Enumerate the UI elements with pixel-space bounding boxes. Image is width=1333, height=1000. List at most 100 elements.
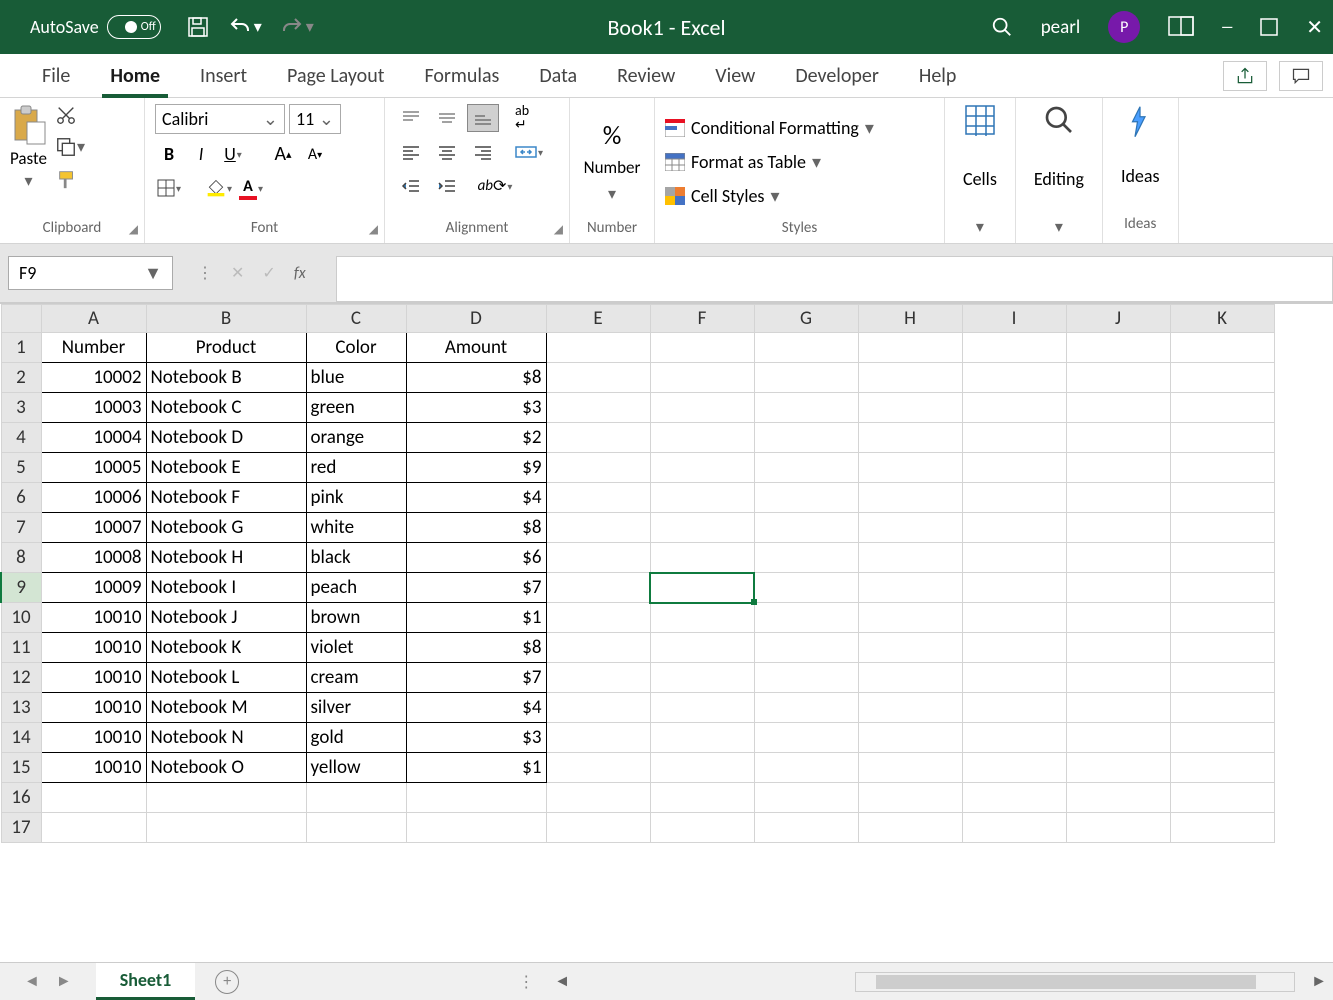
cell-A2[interactable]: 10002	[41, 363, 146, 393]
cell-H8[interactable]	[858, 543, 962, 573]
cell-H13[interactable]	[858, 693, 962, 723]
paste-button[interactable]: Paste ▾	[10, 104, 47, 191]
horizontal-scrollbar[interactable]	[855, 972, 1295, 992]
cell-C17[interactable]	[306, 813, 406, 843]
tab-insert[interactable]: Insert	[180, 54, 267, 98]
cell-C8[interactable]: black	[306, 543, 406, 573]
cell-A11[interactable]: 10010	[41, 633, 146, 663]
cell-A3[interactable]: 10003	[41, 393, 146, 423]
tab-split[interactable]: ⋮	[518, 972, 548, 992]
spreadsheet-grid[interactable]: ABCDEFGHIJK1NumberProductColorAmount2100…	[0, 304, 1275, 843]
cell-I11[interactable]	[962, 633, 1066, 663]
col-header-E[interactable]: E	[546, 305, 650, 333]
merge-button[interactable]: ▾	[515, 138, 543, 166]
cell-A6[interactable]: 10006	[41, 483, 146, 513]
cell-G4[interactable]	[754, 423, 858, 453]
cell-B5[interactable]: Notebook E	[146, 453, 306, 483]
cell-E13[interactable]	[546, 693, 650, 723]
cell-D4[interactable]: $2	[406, 423, 546, 453]
cell-F13[interactable]	[650, 693, 754, 723]
cell-D1[interactable]: Amount	[406, 333, 546, 363]
minimize-button[interactable]: ─	[1222, 15, 1232, 39]
cell-A7[interactable]: 10007	[41, 513, 146, 543]
sheet-nav-prev[interactable]: ◄	[24, 972, 40, 991]
cell-F16[interactable]	[650, 783, 754, 813]
col-header-F[interactable]: F	[650, 305, 754, 333]
cell-D10[interactable]: $1	[406, 603, 546, 633]
align-middle-button[interactable]	[431, 104, 463, 132]
cell-D16[interactable]	[406, 783, 546, 813]
menu-icon[interactable]: ⋮	[197, 263, 213, 283]
cell-F17[interactable]	[650, 813, 754, 843]
fill-color-button[interactable]: ▾	[205, 174, 233, 202]
cell-A4[interactable]: 10004	[41, 423, 146, 453]
cell-I1[interactable]	[962, 333, 1066, 363]
row-header-14[interactable]: 14	[1, 723, 41, 753]
row-header-16[interactable]: 16	[1, 783, 41, 813]
cell-K4[interactable]	[1170, 423, 1274, 453]
cell-G8[interactable]	[754, 543, 858, 573]
col-header-A[interactable]: A	[41, 305, 146, 333]
share-button[interactable]	[1223, 61, 1267, 91]
comments-button[interactable]	[1279, 61, 1323, 91]
cell-K15[interactable]	[1170, 753, 1274, 783]
cell-K13[interactable]	[1170, 693, 1274, 723]
cell-D2[interactable]: $8	[406, 363, 546, 393]
cell-C16[interactable]	[306, 783, 406, 813]
cell-C2[interactable]: blue	[306, 363, 406, 393]
align-bottom-button[interactable]	[467, 104, 499, 132]
cell-F9[interactable]	[650, 573, 754, 603]
autosave-toggle[interactable]: AutoSave Off	[30, 15, 161, 39]
cell-E8[interactable]	[546, 543, 650, 573]
cell-C9[interactable]: peach	[306, 573, 406, 603]
cell-J14[interactable]	[1066, 723, 1170, 753]
cell-A10[interactable]: 10010	[41, 603, 146, 633]
cell-H17[interactable]	[858, 813, 962, 843]
cell-B12[interactable]: Notebook L	[146, 663, 306, 693]
tab-formulas[interactable]: Formulas	[404, 54, 519, 98]
cell-G12[interactable]	[754, 663, 858, 693]
cell-K1[interactable]	[1170, 333, 1274, 363]
cell-J12[interactable]	[1066, 663, 1170, 693]
cell-E10[interactable]	[546, 603, 650, 633]
tab-view[interactable]: View	[695, 54, 775, 98]
cell-H15[interactable]	[858, 753, 962, 783]
cell-A15[interactable]: 10010	[41, 753, 146, 783]
cell-G9[interactable]	[754, 573, 858, 603]
underline-button[interactable]: U▾	[219, 140, 247, 168]
cell-G14[interactable]	[754, 723, 858, 753]
cell-I17[interactable]	[962, 813, 1066, 843]
cell-C3[interactable]: green	[306, 393, 406, 423]
col-header-K[interactable]: K	[1170, 305, 1274, 333]
cell-F12[interactable]	[650, 663, 754, 693]
cell-G15[interactable]	[754, 753, 858, 783]
cell-G7[interactable]	[754, 513, 858, 543]
cell-I12[interactable]	[962, 663, 1066, 693]
cell-H10[interactable]	[858, 603, 962, 633]
cell-F15[interactable]	[650, 753, 754, 783]
cell-I14[interactable]	[962, 723, 1066, 753]
cell-K17[interactable]	[1170, 813, 1274, 843]
cell-A16[interactable]	[41, 783, 146, 813]
save-icon[interactable]	[186, 15, 210, 39]
cell-J17[interactable]	[1066, 813, 1170, 843]
cell-G6[interactable]	[754, 483, 858, 513]
cell-B2[interactable]: Notebook B	[146, 363, 306, 393]
sheet-nav-next[interactable]: ►	[56, 972, 72, 991]
cell-I7[interactable]	[962, 513, 1066, 543]
copy-icon[interactable]: ▾	[55, 136, 85, 158]
cell-A9[interactable]: 10009	[41, 573, 146, 603]
row-header-7[interactable]: 7	[1, 513, 41, 543]
align-right-button[interactable]	[467, 138, 499, 166]
cell-J1[interactable]	[1066, 333, 1170, 363]
cell-G11[interactable]	[754, 633, 858, 663]
cell-K5[interactable]	[1170, 453, 1274, 483]
cell-A5[interactable]: 10005	[41, 453, 146, 483]
format-as-table-button[interactable]: Format as Table▾	[665, 149, 934, 175]
cell-J7[interactable]	[1066, 513, 1170, 543]
tab-file[interactable]: File	[22, 54, 90, 98]
cell-K6[interactable]	[1170, 483, 1274, 513]
cell-E3[interactable]	[546, 393, 650, 423]
cell-F14[interactable]	[650, 723, 754, 753]
row-header-5[interactable]: 5	[1, 453, 41, 483]
